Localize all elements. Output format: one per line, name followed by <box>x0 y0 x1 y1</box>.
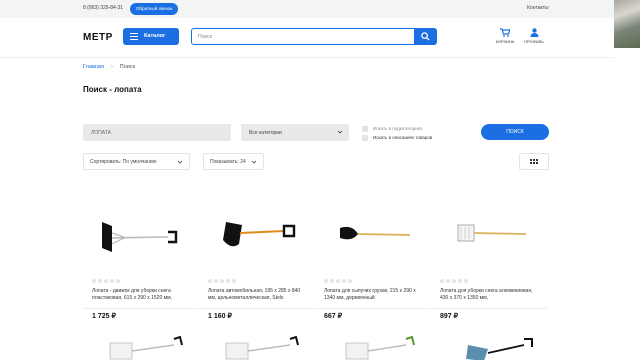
chevron-right-icon: › <box>110 64 113 70</box>
chevron-down-icon <box>177 160 183 164</box>
product-card[interactable]: Лопата для сыпучих грузов, 215 х 290 х 1… <box>316 200 423 320</box>
product-name[interactable]: Лопата для уборки снега алюминиевая, 430… <box>440 288 536 309</box>
user-icon <box>530 28 538 37</box>
catalog-button[interactable]: Каталог <box>123 28 179 45</box>
catalog-button-label: Каталог <box>144 33 166 39</box>
profile-label: ПРОФИЛЬ <box>524 39 544 44</box>
snow-pusher-image <box>345 335 415 360</box>
breadcrumb-current: Поиск <box>119 64 136 70</box>
query-input[interactable]: ЛОПАТА <box>83 124 231 141</box>
subcategories-checkbox[interactable]: Искать в подкатегориях <box>362 125 432 134</box>
subcategories-checkbox-label: Искать в подкатегориях <box>373 126 423 131</box>
profile-link[interactable]: ПРОФИЛЬ <box>519 28 549 44</box>
per-page-select[interactable]: Показывать: 24 <box>203 153 264 170</box>
top-bar: 8 (863) 329-84-31 Обратный звонок Контак… <box>0 0 614 18</box>
snow-pusher-image <box>102 222 178 252</box>
descriptions-checkbox[interactable]: Искать в описаниях товаров <box>362 134 432 143</box>
contacts-link[interactable]: Контакты <box>527 5 549 11</box>
product-card[interactable] <box>84 308 199 360</box>
snow-shovel-image <box>466 338 533 360</box>
snow-pusher-image <box>225 335 299 360</box>
snow-shovel-image <box>457 224 527 242</box>
cart-icon <box>500 28 510 37</box>
cart-label: КОРЗИНА <box>495 39 515 44</box>
header: МЕТР Каталог Поиск КОРЗИНА ПРОФИЛЬ <box>0 18 614 58</box>
search-button[interactable] <box>415 28 437 45</box>
callback-button[interactable]: Обратный звонок <box>130 3 179 15</box>
breadcrumb-home[interactable]: Главная <box>83 64 104 70</box>
product-name[interactable]: Лопата для сыпучих грузов, 215 х 290 х 1… <box>324 288 420 309</box>
rating-stars <box>92 279 122 284</box>
menu-icon <box>130 33 138 40</box>
search-icon <box>421 32 430 41</box>
descriptions-checkbox-label: Искать в описаниях товаров <box>373 135 433 140</box>
product-card[interactable] <box>316 308 431 360</box>
bulk-shovel-image <box>340 226 411 240</box>
car-shovel-image <box>223 222 296 247</box>
sort-select-value: Сортировать: По умолчанию <box>90 159 157 165</box>
rating-stars <box>208 279 238 284</box>
cart-link[interactable]: КОРЗИНА <box>490 28 520 44</box>
search-options: Искать в подкатегориях Искать в описания… <box>362 125 432 143</box>
filter-search-button[interactable]: ПОИСК <box>481 124 549 140</box>
rating-stars <box>440 279 470 284</box>
per-page-select-value: Показывать: 24 <box>210 159 246 165</box>
grid-icon <box>530 159 540 165</box>
search-input[interactable]: Поиск <box>191 28 415 45</box>
category-select-value: Все категории <box>249 130 282 136</box>
product-name[interactable]: Лопата - движок для уборки снега пластик… <box>92 288 188 309</box>
page-title: Поиск - лопата <box>83 85 142 94</box>
product-card[interactable] <box>200 308 315 360</box>
product-card[interactable]: Лопата для уборки снега алюминиевая, 430… <box>432 200 539 320</box>
breadcrumb: Главная › Поиск <box>83 64 135 70</box>
rating-stars <box>324 279 354 284</box>
site-logo[interactable]: МЕТР <box>83 32 113 43</box>
chevron-down-icon <box>251 160 257 164</box>
product-card[interactable]: Лопата автомобильная, 195 х 285 х 840 мм… <box>200 200 307 320</box>
product-card[interactable] <box>432 308 547 360</box>
chevron-down-icon <box>337 130 343 134</box>
phone-number[interactable]: 8 (863) 329-84-31 <box>83 5 123 11</box>
sort-select[interactable]: Сортировать: По умолчанию <box>83 153 190 170</box>
side-photo <box>614 0 640 48</box>
grid-view-toggle[interactable] <box>519 153 549 170</box>
category-select[interactable]: Все категории <box>241 124 349 141</box>
product-card[interactable]: Лопата - движок для уборки снега пластик… <box>84 200 191 320</box>
product-name[interactable]: Лопата автомобильная, 195 х 285 х 840 мм… <box>208 288 304 309</box>
snow-pusher-image <box>109 335 183 360</box>
